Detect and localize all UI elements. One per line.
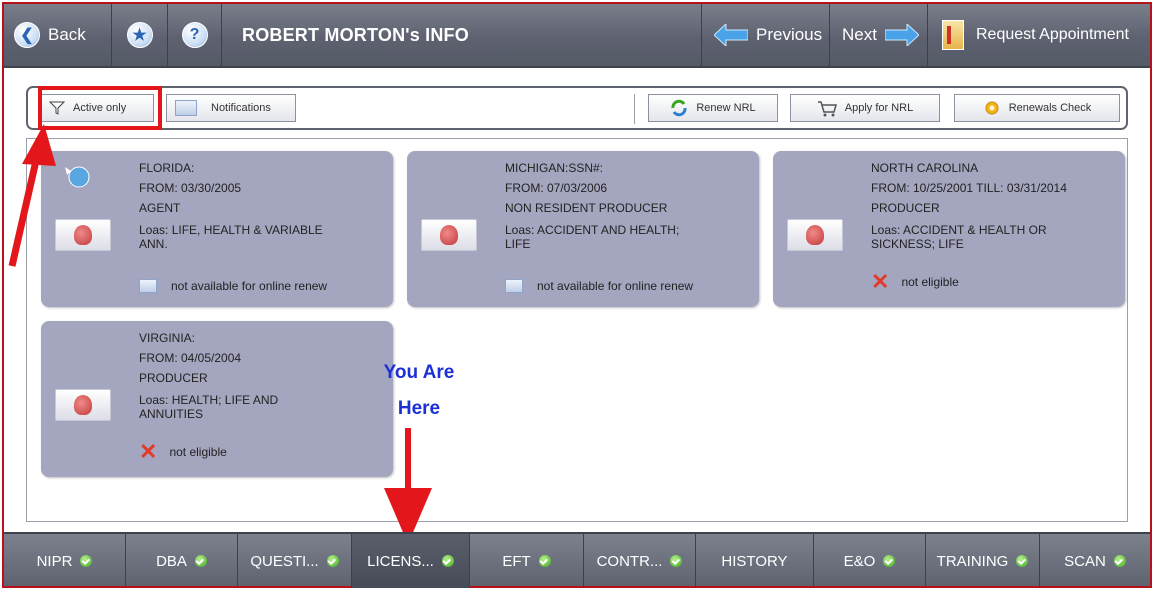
tab-label: NIPR	[36, 552, 73, 570]
tab-eo[interactable]: E&O	[814, 534, 926, 588]
tab-nipr[interactable]: NIPR	[4, 534, 126, 588]
tab-questions[interactable]: QUESTI...	[238, 534, 352, 588]
tab-dba[interactable]: DBA	[126, 534, 238, 588]
tab-label: HISTORY	[721, 552, 788, 570]
check-icon	[1113, 555, 1126, 567]
check-icon	[538, 555, 551, 567]
check-icon	[670, 555, 683, 567]
tab-label: EFT	[502, 552, 531, 570]
tab-label: DBA	[156, 552, 187, 570]
check-icon	[1016, 555, 1029, 567]
tab-history[interactable]: HISTORY	[696, 534, 814, 588]
tab-scan[interactable]: SCAN	[1040, 534, 1150, 588]
app-window: ❮ Back ★ ? ROBERT MORTON's INFO Previous…	[2, 2, 1152, 588]
check-icon	[80, 555, 93, 567]
check-icon	[194, 555, 207, 567]
tab-eft[interactable]: EFT	[470, 534, 584, 588]
tab-label: QUESTI...	[250, 552, 319, 570]
check-icon	[441, 555, 454, 567]
tab-training[interactable]: TRAINING	[926, 534, 1040, 588]
tab-contracts[interactable]: CONTR...	[584, 534, 696, 588]
tab-licenses[interactable]: LICENS...	[352, 534, 470, 588]
check-icon	[883, 555, 896, 567]
tab-label: LICENS...	[367, 552, 434, 570]
tab-label: TRAINING	[936, 552, 1009, 570]
tab-label: SCAN	[1064, 552, 1106, 570]
red-arrow-up-icon	[8, 124, 56, 267]
tab-label: E&O	[843, 552, 876, 570]
red-arrow-down-icon	[384, 428, 432, 544]
tab-label: CONTR...	[596, 552, 663, 570]
check-icon	[326, 555, 339, 567]
annotation-arrows	[8, 124, 432, 544]
bottom-tab-bar: NIPR DBA QUESTI... LICENS... EFT CONTR..…	[4, 532, 1150, 588]
